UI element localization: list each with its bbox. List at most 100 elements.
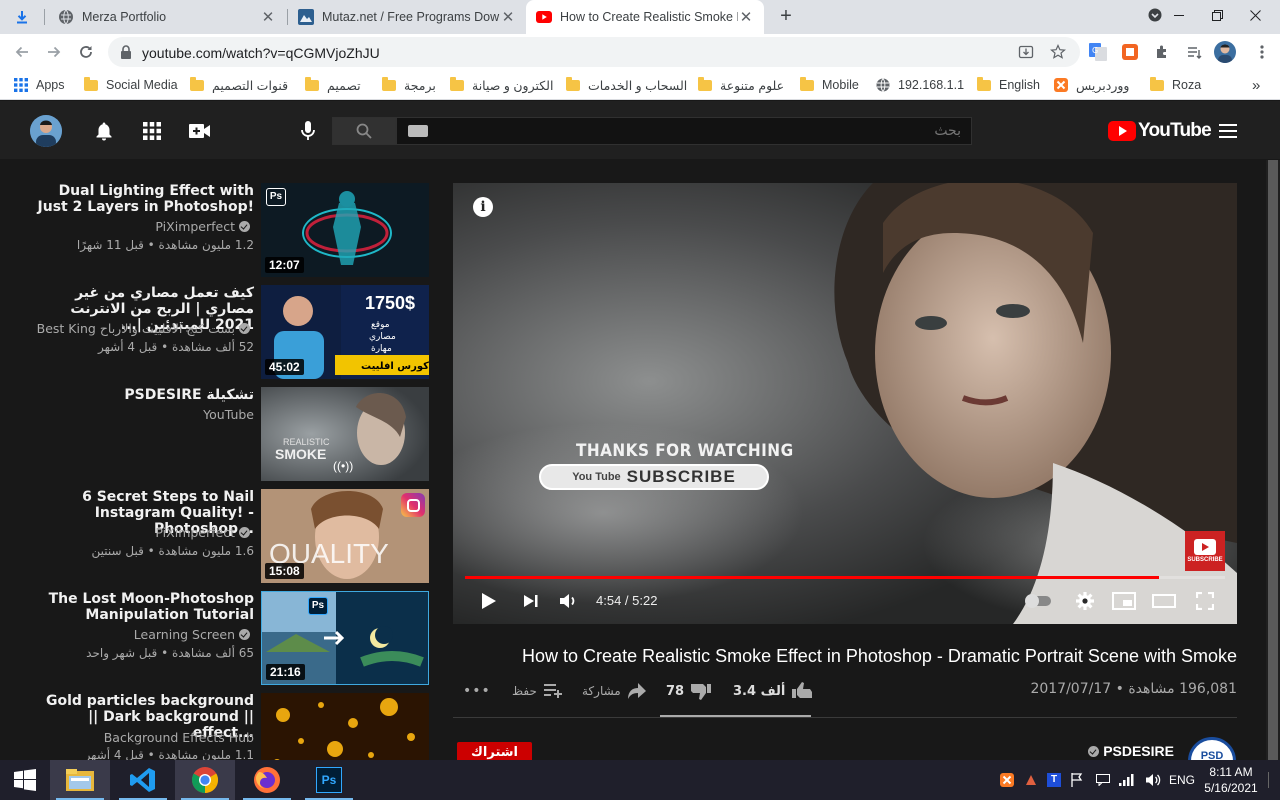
address-bar[interactable]: youtube.com/watch?v=qCGMVjoZhJU — [108, 37, 1080, 67]
reading-list-icon[interactable] — [1184, 42, 1204, 62]
taskbar-vscode[interactable] — [113, 760, 173, 800]
forward-button[interactable] — [40, 38, 68, 66]
save-button[interactable]: حفظ — [506, 681, 563, 701]
back-button[interactable] — [8, 38, 36, 66]
channel-name[interactable]: Background Effects Hub — [20, 730, 254, 745]
lock-icon[interactable] — [120, 45, 132, 59]
action-center-icon[interactable] — [1268, 772, 1280, 788]
bookmark-folder-sciences[interactable]: علوم متنوعة — [698, 76, 784, 94]
like-button[interactable]: 3.4 ألف — [727, 681, 813, 701]
bookmark-apps[interactable]: Apps — [14, 76, 65, 94]
video-thumbnail[interactable] — [261, 693, 429, 760]
related-video[interactable]: Ps 21:16 The Lost Moon-Photoshop Manipul… — [20, 591, 430, 687]
related-video[interactable]: QUALITY 15:08 6 Secret Steps to Nail Ins… — [20, 489, 430, 585]
install-app-icon[interactable] — [1016, 43, 1036, 61]
video-player[interactable]: i THANKS FOR WATCHING You Tube SUBSCRIBE… — [453, 183, 1237, 624]
url-text[interactable]: youtube.com/watch?v=qCGMVjoZhJU — [142, 45, 380, 61]
taskbar-photoshop[interactable]: Ps — [299, 760, 359, 800]
video-title[interactable]: Dual Lighting Effect with Just 2 Layers … — [34, 183, 254, 215]
account-avatar[interactable] — [30, 115, 62, 147]
video-thumbnail[interactable]: REALISTIC SMOKE ((•)) — [261, 387, 429, 481]
tray-flag-icon[interactable] — [1068, 772, 1086, 788]
bookmark-folder-electronics[interactable]: الكترون و صيانة — [450, 76, 553, 94]
settings-gear-icon[interactable] — [1073, 589, 1097, 613]
extension-orange-icon[interactable] — [1120, 42, 1140, 62]
video-thumbnail[interactable]: QUALITY 15:08 — [261, 489, 429, 583]
tray-message-icon[interactable] — [1094, 772, 1112, 788]
close-tab-icon[interactable]: ✕ — [500, 8, 516, 26]
video-title[interactable]: The Lost Moon-Photoshop Manipulation Tut… — [34, 591, 254, 623]
extensions-puzzle-icon[interactable] — [1152, 42, 1172, 62]
close-tab-icon[interactable]: ✕ — [738, 8, 754, 26]
fullscreen-icon[interactable] — [1193, 589, 1217, 613]
hamburger-menu-icon[interactable] — [1218, 121, 1238, 141]
search-button[interactable] — [332, 117, 396, 145]
bookmark-wordpress[interactable]: ووردبريس — [1054, 76, 1129, 94]
play-button[interactable] — [479, 589, 499, 613]
related-video[interactable]: كورس افلييت 1750$ موقع مصاري مهارة 45:02 كيف… — [20, 285, 430, 381]
tab-youtube-active[interactable]: How to Create Realistic Smoke Ef ✕ — [526, 0, 764, 34]
bookmark-router[interactable]: 192.168.1.1 — [876, 76, 964, 94]
endscreen-subscribe-button[interactable]: You Tube SUBSCRIBE — [539, 464, 769, 490]
bookmark-folder-mobile[interactable]: Mobile — [800, 76, 859, 94]
related-mix[interactable]: REALISTIC SMOKE ((•)) تشكيلة PSDESIRE You… — [20, 387, 430, 483]
scrollbar-thumb[interactable] — [1268, 160, 1278, 760]
video-title[interactable]: تشكيلة PSDESIRE — [34, 387, 254, 403]
next-button[interactable] — [521, 589, 541, 613]
xampp-tray-icon[interactable] — [998, 772, 1016, 788]
tray-text-app-icon[interactable]: T — [1045, 772, 1063, 788]
video-thumbnail[interactable]: Ps 12:07 — [261, 183, 429, 277]
bookmark-folder-design-channels[interactable]: قنوات التصميم — [190, 76, 288, 94]
autoplay-toggle[interactable] — [1025, 589, 1053, 613]
channel-name[interactable]: Learning Screen — [14, 627, 254, 642]
tab-mutaz[interactable]: Mutaz.net / Free Programs Down ✕ — [288, 0, 526, 34]
chrome-menu-icon[interactable] — [1252, 42, 1272, 62]
taskbar-chrome[interactable] — [175, 760, 235, 800]
close-tab-icon[interactable]: ✕ — [260, 8, 276, 26]
bookmark-folder-cloud[interactable]: السحاب و الخدمات — [566, 76, 687, 94]
bookmarks-overflow-button[interactable]: » — [1252, 76, 1260, 94]
search-input[interactable] — [396, 117, 972, 145]
volume-button[interactable] — [557, 589, 579, 613]
channel-name[interactable]: بست كنج الافلييت والارباح Best King — [14, 321, 254, 336]
reload-button[interactable] — [72, 38, 100, 66]
bookmark-star-icon[interactable] — [1048, 43, 1068, 61]
share-button[interactable]: مشاركة — [576, 681, 647, 701]
dislike-button[interactable]: 78 — [660, 681, 712, 701]
related-video[interactable]: Ps 12:07 Dual Lighting Effect with Just … — [20, 183, 430, 279]
bookmark-folder-english[interactable]: English — [977, 76, 1040, 94]
channel-name[interactable]: PiXimperfect — [14, 219, 254, 234]
channel-name[interactable]: PiXimperfect — [14, 525, 254, 540]
channel-name-link[interactable]: PSDESIRE — [1080, 743, 1174, 759]
system-clock[interactable]: 8:11 AM 5/16/2021 — [1196, 764, 1266, 796]
bookmark-folder-design[interactable]: تصميم — [305, 76, 361, 94]
related-video[interactable]: Gold particles background || Dark backgr… — [20, 693, 430, 760]
tab-merza-portfolio[interactable]: Merza Portfolio ✕ — [48, 0, 286, 34]
info-icon[interactable]: i — [473, 197, 493, 217]
start-button[interactable] — [0, 760, 50, 800]
keyboard-icon[interactable] — [408, 125, 428, 137]
apps-grid-icon[interactable] — [142, 121, 162, 141]
notifications-bell-icon[interactable] — [94, 121, 114, 141]
video-thumbnail[interactable]: كورس افلييت 1750$ موقع مصاري مهارة 45:02 — [261, 285, 429, 379]
miniplayer-icon[interactable] — [1111, 589, 1137, 613]
theater-mode-icon[interactable] — [1151, 589, 1177, 613]
tray-app-icon[interactable] — [1022, 772, 1040, 788]
create-video-icon[interactable] — [188, 121, 212, 141]
google-translate-icon[interactable]: G — [1088, 42, 1108, 62]
downloads-icon[interactable] — [14, 9, 30, 25]
bookmark-folder-programming[interactable]: برمجة — [382, 76, 436, 94]
voice-search-mic-icon[interactable] — [298, 120, 318, 142]
close-window-icon[interactable] — [1232, 0, 1278, 30]
channel-name[interactable]: YouTube — [14, 407, 254, 422]
more-actions-button[interactable]: ••• — [463, 681, 491, 701]
video-thumbnail[interactable]: Ps 21:16 — [261, 591, 429, 685]
bookmark-folder-social-media[interactable]: Social Media — [84, 76, 178, 94]
volume-tray-icon[interactable] — [1144, 772, 1162, 788]
bookmark-folder-roza[interactable]: Roza — [1150, 76, 1201, 94]
language-indicator[interactable]: ENG — [1166, 772, 1198, 788]
progress-bar[interactable] — [465, 576, 1225, 579]
taskbar-firefox[interactable] — [237, 760, 297, 800]
youtube-logo[interactable]: YouTube — [1108, 120, 1212, 141]
network-signal-icon[interactable] — [1118, 772, 1136, 788]
